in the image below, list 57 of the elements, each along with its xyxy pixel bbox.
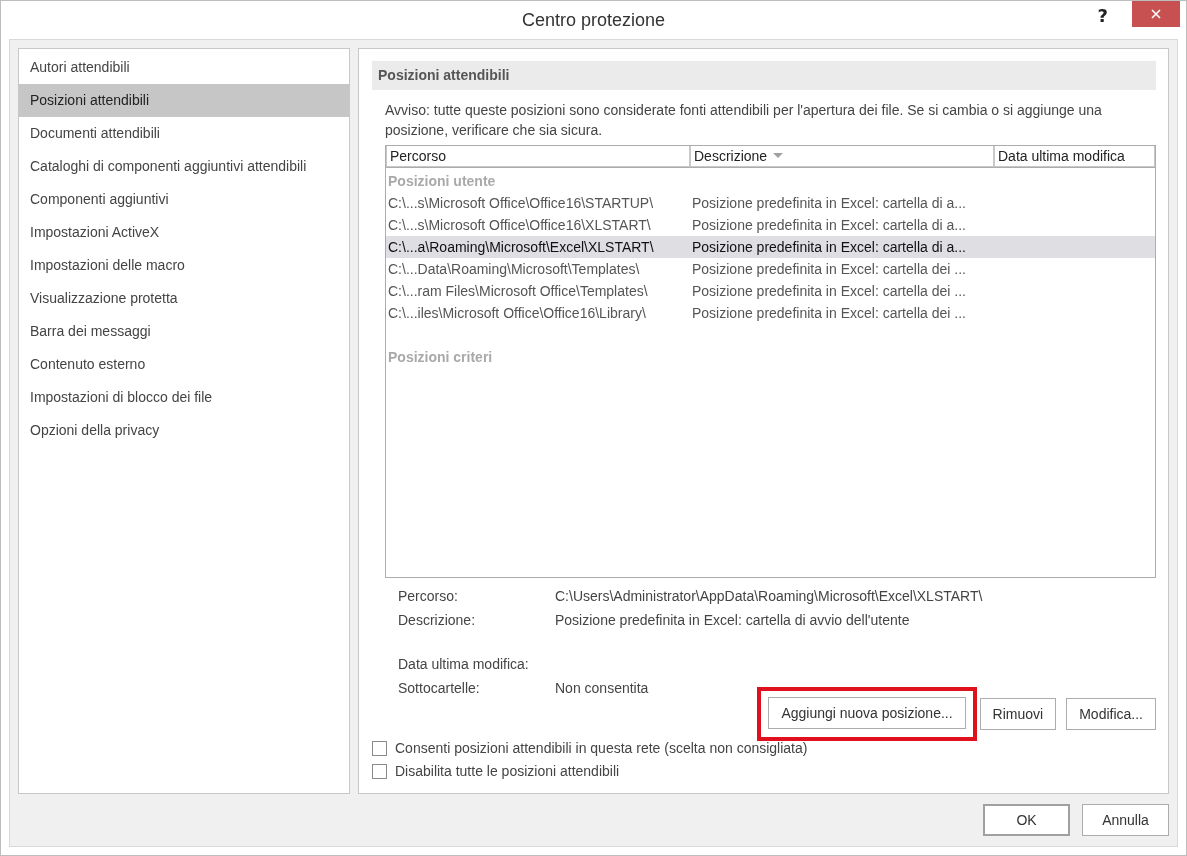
path-cell-text: C:\...Data\Roaming\Microsoft\Templates\ bbox=[388, 261, 641, 277]
sidebar-item[interactable]: Contenuto esterno bbox=[19, 348, 349, 381]
table-row[interactable]: C:\...s\Microsoft Office\Office16\XLSTART\ Posizione predefinita in Excel: cartella di a... bbox=[386, 214, 1155, 236]
table-row[interactable]: C:\...iles\Microsoft Office\Office16\Library\ Posizione predefinita in Excel: cartella dei ... bbox=[386, 302, 1155, 324]
path-cell-text: C:\...ram Files\Microsoft Office\Templates\ bbox=[388, 283, 649, 299]
sidebar-item[interactable]: Componenti aggiuntivi bbox=[19, 183, 349, 216]
path-cell-text: C:\...iles\Microsoft Office\Office16\Library\ bbox=[388, 305, 647, 321]
detail-value: Non consentita bbox=[555, 680, 649, 696]
sidebar-item[interactable]: Posizioni attendibili bbox=[19, 84, 349, 117]
description-cell-text: Posizione predefinita in Excel: cartella di a... bbox=[692, 239, 967, 255]
path-cell-text: C:\...a\Roaming\Microsoft\Excel\XLSTART\ bbox=[388, 239, 655, 255]
path-cell-text: C:\...s\Microsoft Office\Office16\STARTUP\ bbox=[388, 195, 655, 211]
column-header[interactable]: Percorso bbox=[386, 146, 690, 167]
dialog-button[interactable]: Annulla bbox=[1082, 804, 1169, 836]
close-button[interactable] bbox=[1132, 1, 1180, 27]
action-button[interactable]: Aggiungi nuova posizione... bbox=[768, 697, 966, 729]
sidebar-item[interactable]: Impostazioni ActiveX bbox=[19, 216, 349, 249]
column-header[interactable]: Descrizione bbox=[690, 146, 994, 167]
description-cell-text: Posizione predefinita in Excel: cartella dei ... bbox=[692, 261, 967, 277]
checkbox-label: Disabilita tutte le posizioni attendibili bbox=[395, 763, 620, 779]
path-cell-text: C:\...s\Microsoft Office\Office16\XLSTART\ bbox=[388, 217, 652, 233]
sidebar-item[interactable]: Impostazioni delle macro bbox=[19, 249, 349, 282]
dialog-button[interactable]: OK bbox=[983, 804, 1070, 836]
sidebar-item[interactable]: Autori attendibili bbox=[19, 51, 349, 84]
detail-label: Sottocartelle: bbox=[398, 680, 481, 696]
sidebar-item[interactable]: Opzioni della privacy bbox=[19, 414, 349, 447]
description-cell-text: Posizione predefinita in Excel: cartella di a... bbox=[692, 195, 967, 211]
close-icon bbox=[1151, 9, 1161, 19]
table-row[interactable]: C:\...ram Files\Microsoft Office\Templates\ Posizione predefinita in Excel: cartella dei ... bbox=[386, 280, 1155, 302]
detail-value: C:\Users\Administrator\AppData\Roaming\Microsoft\Excel\XLSTART\ bbox=[555, 588, 983, 604]
detail-value: Posizione predefinita in Excel: cartella di avvio dell'utente bbox=[555, 612, 910, 628]
group-header: Posizioni utente bbox=[388, 173, 496, 189]
description-cell-text: Posizione predefinita in Excel: cartella dei ... bbox=[692, 283, 967, 299]
description-cell-text: Posizione predefinita in Excel: cartella dei ... bbox=[692, 305, 967, 321]
help-button[interactable]: ? bbox=[1093, 5, 1112, 26]
action-button[interactable]: Rimuovi bbox=[979, 698, 1057, 730]
section-header: Posizioni attendibili bbox=[372, 61, 1156, 90]
sidebar-item[interactable]: Impostazioni di blocco dei file bbox=[19, 381, 349, 414]
table-row[interactable]: C:\...Data\Roaming\Microsoft\Templates\ Posizione predefinita in Excel: cartella dei ... bbox=[386, 258, 1155, 280]
sidebar-item[interactable]: Documenti attendibili bbox=[19, 117, 349, 150]
description-cell-text: Posizione predefinita in Excel: cartella di a... bbox=[692, 217, 967, 233]
table-row[interactable]: C:\...a\Roaming\Microsoft\Excel\XLSTART\ Posizione predefinita in Excel: cartella di a... bbox=[386, 236, 1155, 258]
column-header[interactable]: Data ultima modifica bbox=[994, 146, 1155, 167]
group-header: Posizioni criteri bbox=[388, 349, 493, 365]
sidebar-item[interactable]: Cataloghi di componenti aggiuntivi attendibili bbox=[19, 150, 349, 183]
detail-label: Data ultima modifica: bbox=[398, 656, 530, 672]
detail-label: Descrizione: bbox=[398, 612, 477, 628]
checkbox[interactable] bbox=[372, 763, 387, 779]
checkbox-label: Consenti posizioni attendibili in questa rete (scelta non consigliata) bbox=[395, 740, 808, 756]
sidebar-item[interactable]: Visualizzazione protetta bbox=[19, 282, 349, 315]
detail-label: Percorso: bbox=[398, 588, 459, 604]
checkbox[interactable] bbox=[372, 740, 387, 756]
window-title: Centro protezione bbox=[521, 9, 666, 31]
sidebar-item[interactable]: Barra dei messaggi bbox=[19, 315, 349, 348]
table-row[interactable]: C:\...s\Microsoft Office\Office16\STARTUP\ Posizione predefinita in Excel: cartella di a... bbox=[386, 192, 1155, 214]
action-button[interactable]: Modifica... bbox=[1066, 698, 1156, 730]
warning-text: Avviso: tutte queste posizioni sono considerate fonti attendibili per l'apertura dei file. Se si cambia o si aggiunge una posizione, verificare che sia sicura. bbox=[385, 101, 1103, 140]
